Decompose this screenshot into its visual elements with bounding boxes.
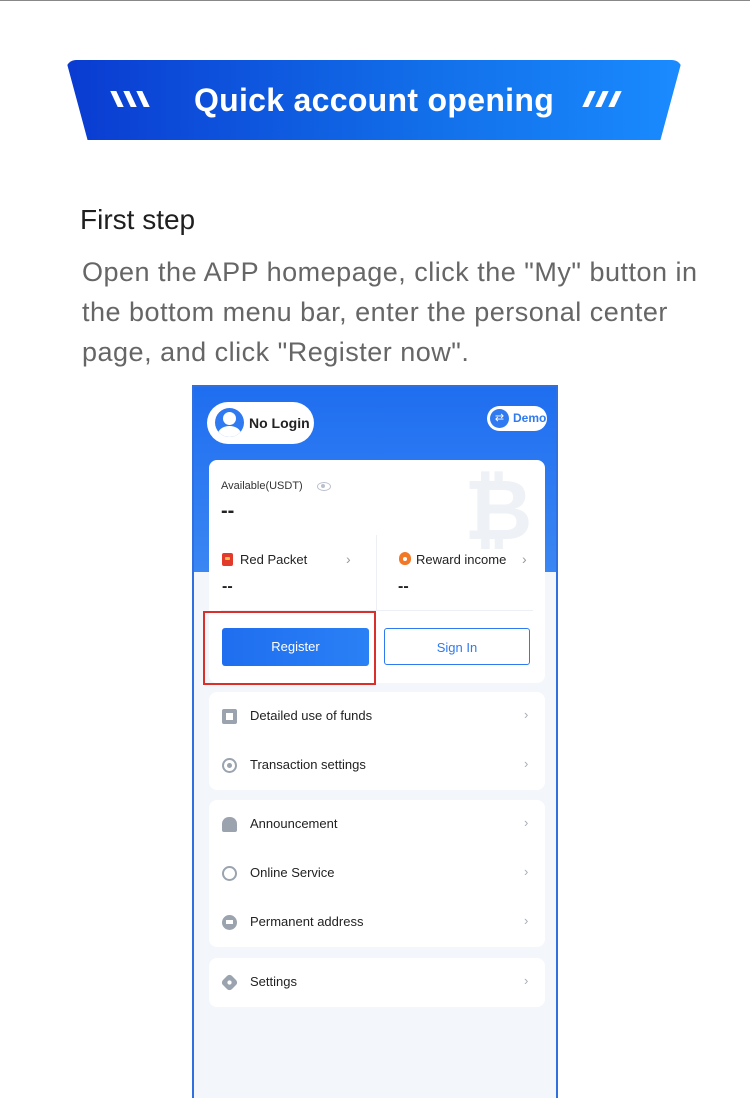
red-packet-value: -- [222,578,233,595]
available-value: -- [221,500,235,522]
menu-group-funds: Detailed use of funds › Transaction sett… [209,692,545,790]
menu-item-funds[interactable]: Detailed use of funds › [209,692,545,740]
money-bag-icon [399,552,411,565]
menu-item-announcement[interactable]: Announcement › [209,800,545,848]
menu-item-label: Online Service [250,865,335,880]
menu-item-permanent-address[interactable]: Permanent address › [209,898,545,946]
register-highlight-box [203,611,376,685]
chevron-right-icon[interactable]: › [522,551,527,567]
chevron-right-icon: › [524,913,529,928]
link-icon [222,915,237,930]
menu-item-label: Settings [250,974,297,989]
menu-item-label: Detailed use of funds [250,708,373,723]
reward-income-value: -- [398,578,409,595]
chevron-right-icon: › [524,864,529,879]
bell-icon [222,817,237,832]
swap-icon: ⇄ [490,409,509,428]
transaction-settings-icon [222,758,237,773]
demo-toggle-button[interactable]: ⇄ Demo [487,406,547,431]
settings-icon [220,973,239,992]
menu-item-online-service[interactable]: Online Service › [209,849,545,897]
menu-item-label: Permanent address [250,914,364,929]
chevron-right-icon[interactable]: › [346,551,351,567]
chevron-right-icon: › [524,756,529,771]
red-packet-icon [222,553,233,566]
red-packet-label[interactable]: Red Packet [240,552,307,567]
login-button[interactable]: No Login [207,402,314,444]
menu-item-settings[interactable]: Settings › [209,958,545,1006]
section-banner: Quick account opening [66,60,682,140]
demo-label: Demo [513,411,547,425]
avatar-icon [215,408,244,437]
fund-icon [222,709,237,724]
login-label: No Login [249,415,310,431]
menu-item-label: Transaction settings [250,757,366,772]
reward-income-label[interactable]: Reward income [416,552,506,567]
bitcoin-watermark-icon: ₿ [464,463,533,557]
step-description: Open the APP homepage, click the "My" bu… [82,257,698,367]
card-divider-vertical [376,535,377,610]
eye-icon[interactable] [317,482,331,491]
chevron-right-icon: › [524,815,529,830]
chevron-right-icon: › [524,973,529,988]
step-title: First step [80,204,196,235]
menu-item-label: Announcement [250,816,338,831]
menu-group-info: Announcement › Online Service › Permanen… [209,800,545,947]
sign-in-button[interactable]: Sign In [384,628,530,665]
available-label: Available(USDT) [221,480,303,492]
phone-screenshot: No Login ⇄ Demo ₿ Available(USDT) -- Red… [192,385,558,1098]
menu-group-settings: Settings › [209,958,545,1007]
headset-icon [222,866,237,881]
top-divider [0,0,750,1]
chevron-right-icon: › [524,707,529,722]
menu-item-transaction-settings[interactable]: Transaction settings › [209,741,545,789]
